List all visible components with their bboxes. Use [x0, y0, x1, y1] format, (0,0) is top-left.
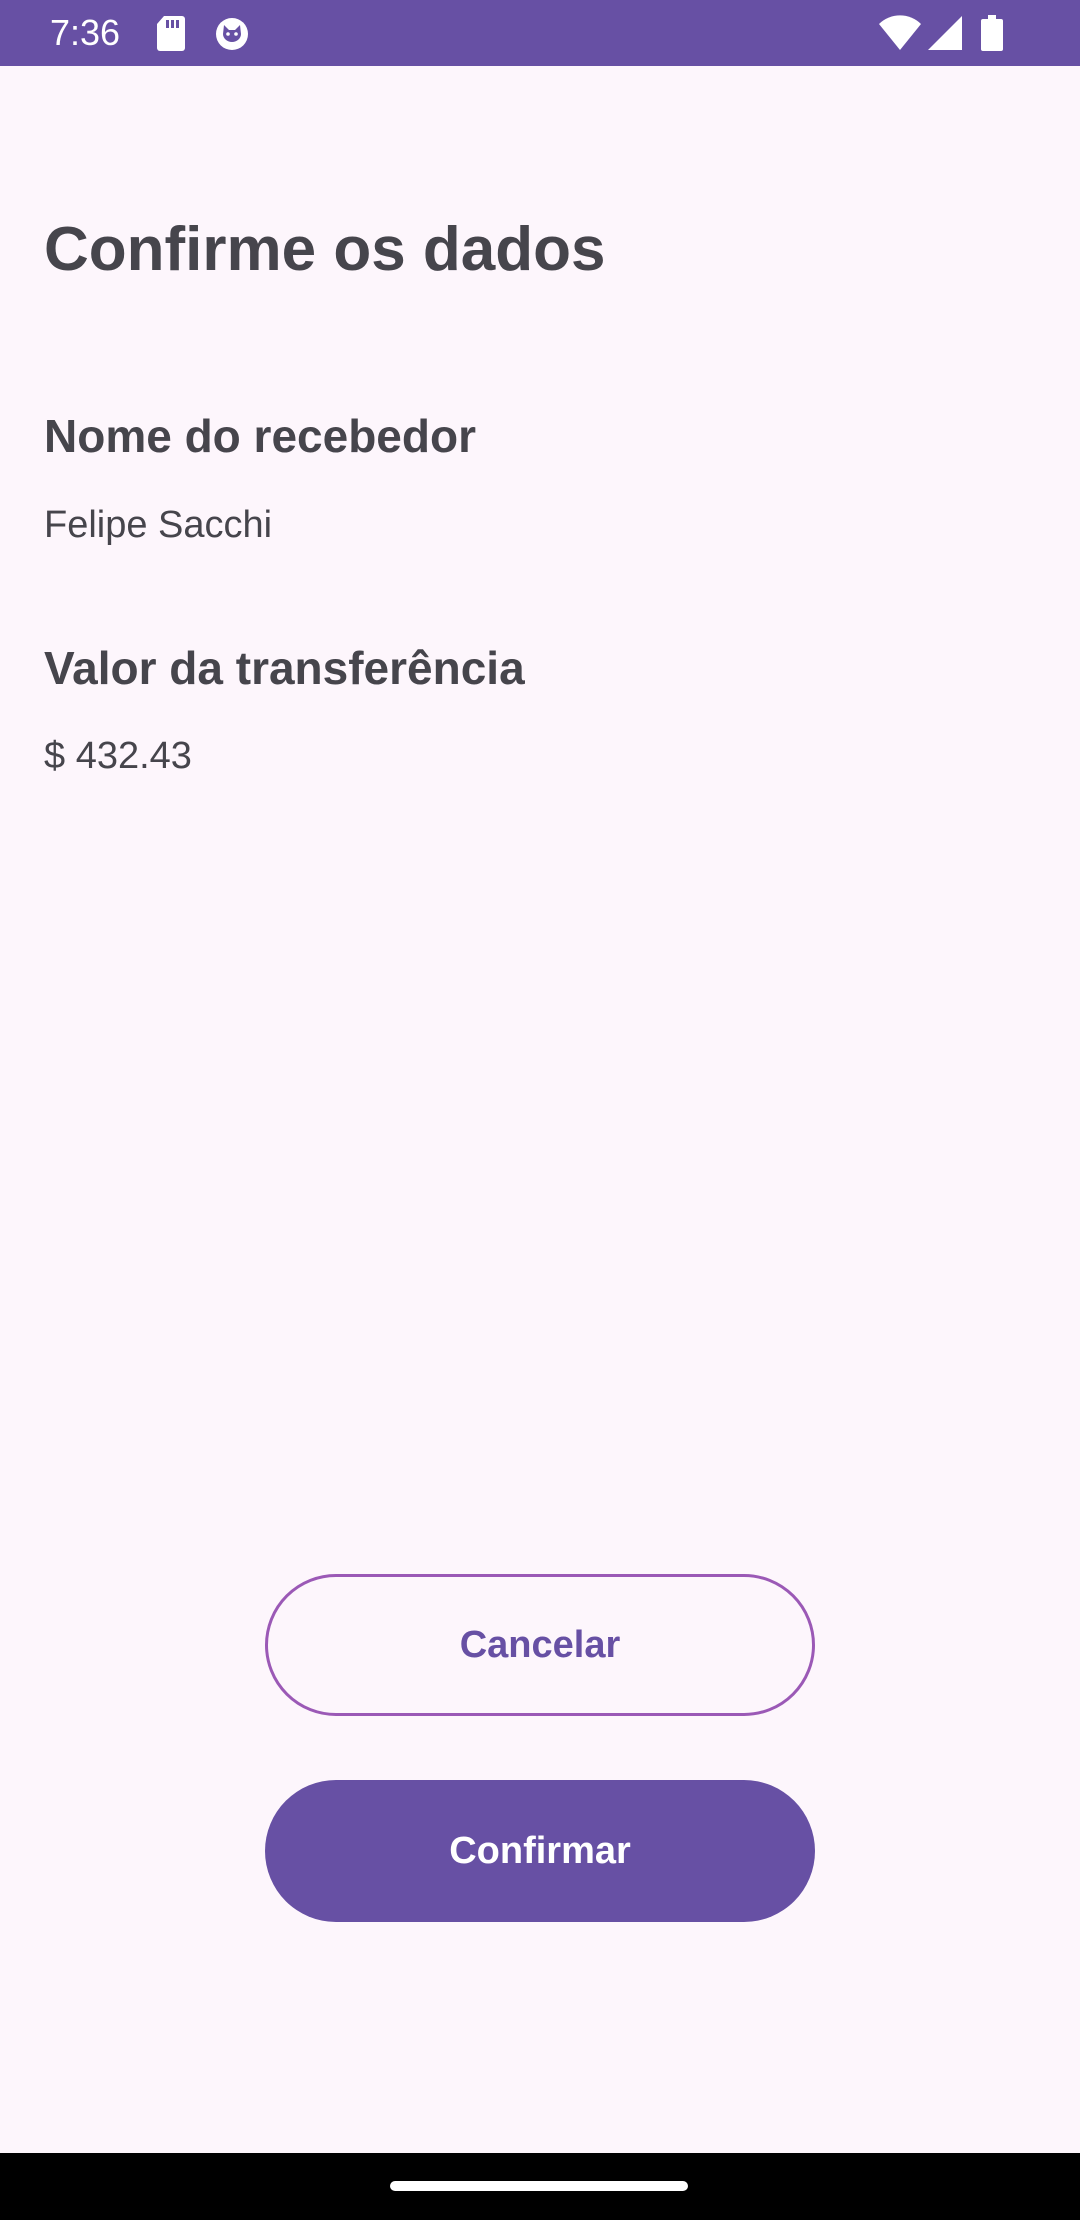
confirm-button[interactable]: Confirmar [265, 1780, 815, 1922]
wifi-icon [879, 15, 921, 50]
battery-icon [981, 15, 1003, 51]
status-time: 7:36 [50, 12, 121, 53]
transfer-amount-label: Valor da transferência [44, 642, 525, 694]
cancel-button-label: Cancelar [459, 1623, 621, 1666]
cat-icon [216, 18, 248, 50]
sd-card-icon [157, 16, 185, 51]
recipient-name-value: Felipe Sacchi [44, 504, 273, 546]
recipient-name-label: Nome do recebedor [44, 410, 476, 462]
status-bar: 7:36 [0, 0, 1080, 66]
signal-icon [928, 16, 962, 50]
navigation-bar [0, 2153, 1080, 2220]
page-title: Confirme os dados [44, 215, 606, 284]
confirm-button-label: Confirmar [449, 1829, 631, 1872]
transfer-amount-value: $ 432.43 [44, 735, 192, 777]
home-gesture-handle[interactable] [390, 2181, 688, 2191]
cancel-button[interactable]: Cancelar [265, 1574, 815, 1716]
